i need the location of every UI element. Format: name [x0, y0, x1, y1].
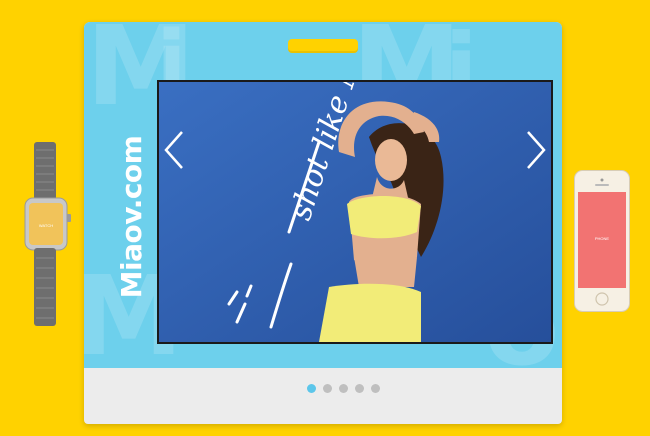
pagination-dot-2[interactable]: [323, 384, 332, 393]
frame-handle: [288, 39, 358, 53]
prev-slide-button[interactable]: [160, 128, 188, 172]
next-slide-button[interactable]: [522, 128, 550, 172]
slider-frame: M i M i o M Miaov.com: [84, 22, 562, 424]
slide-pagination: [307, 384, 380, 394]
svg-text:PHONE: PHONE: [595, 236, 610, 241]
slide-image: shot like Miranda: [157, 80, 553, 344]
brand-text: Miaov.com: [115, 135, 148, 299]
svg-text:WATCH: WATCH: [39, 223, 53, 228]
pagination-dot-5[interactable]: [371, 384, 380, 393]
slider-header-panel: M i M i o M Miaov.com: [84, 22, 562, 368]
pagination-dot-3[interactable]: [339, 384, 348, 393]
pagination-dot-4[interactable]: [355, 384, 364, 393]
pagination-dot-1[interactable]: [307, 384, 316, 393]
chevron-right-icon: [527, 131, 546, 169]
smartphone-device: PHONE: [574, 170, 630, 312]
brand-logo: Miaov.com: [114, 117, 154, 317]
smartwatch-device: WATCH: [24, 142, 72, 328]
chevron-left-icon: [164, 131, 183, 169]
